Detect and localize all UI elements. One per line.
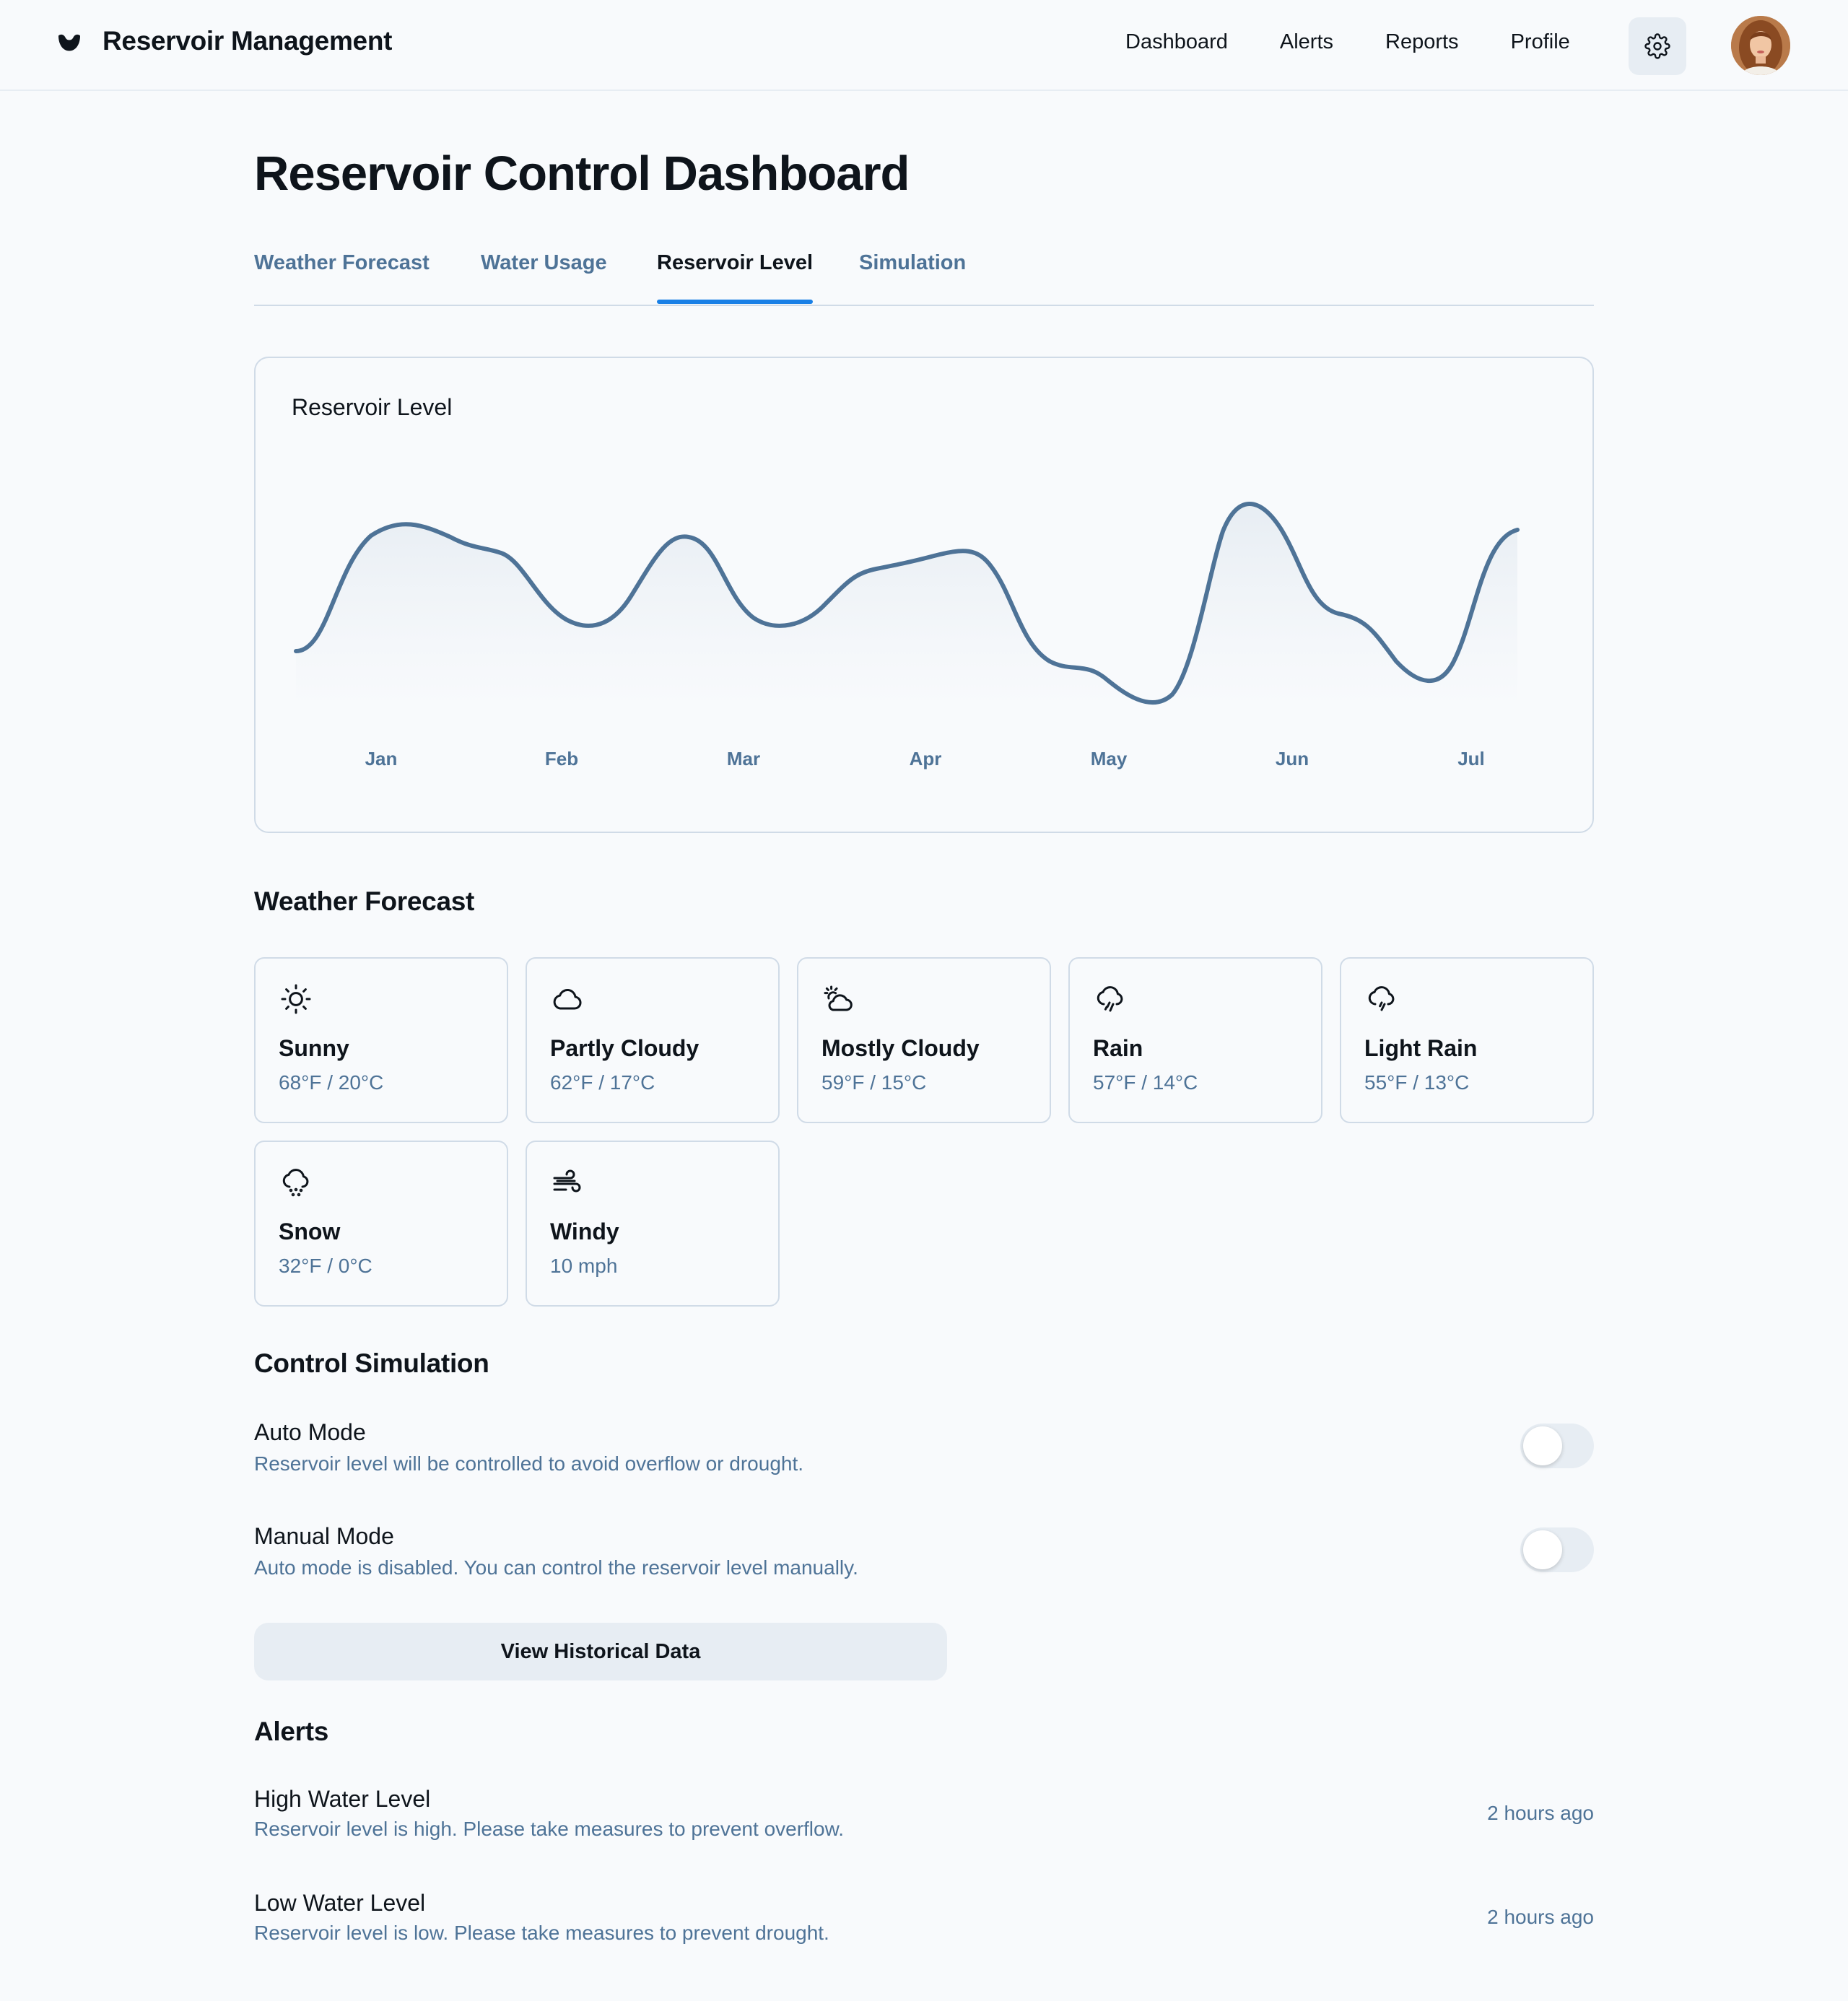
weather-name: Light Rain xyxy=(1364,1035,1478,1061)
x-tick-feb: Feb xyxy=(545,748,578,770)
settings-button[interactable] xyxy=(1629,17,1686,75)
brand[interactable]: Reservoir Management xyxy=(56,26,392,56)
weather-card-windy[interactable]: Windy 10 mph xyxy=(526,1141,780,1307)
cloud-drizzle-icon xyxy=(1368,986,1395,1011)
weather-detail: 55°F / 13°C xyxy=(1364,1071,1470,1094)
weather-name: Snow xyxy=(279,1219,341,1244)
weather-card-sunny[interactable]: Sunny 68°F / 20°C xyxy=(254,957,508,1123)
manual-mode-desc: Auto mode is disabled. You can control t… xyxy=(254,1556,858,1579)
weather-card-rain[interactable]: Rain 57°F / 14°C xyxy=(1068,957,1322,1123)
nav-profile[interactable]: Profile xyxy=(1511,30,1570,54)
x-tick-jul: Jul xyxy=(1457,748,1485,770)
weather-name: Mostly Cloudy xyxy=(821,1035,980,1061)
wind-icon xyxy=(553,1169,581,1193)
nav-dashboard[interactable]: Dashboard xyxy=(1125,30,1228,54)
nav-reports[interactable]: Reports xyxy=(1385,30,1459,54)
chart-area xyxy=(296,503,1517,712)
cloud-sun-icon xyxy=(824,985,853,1011)
auto-mode-desc: Reservoir level will be controlled to av… xyxy=(254,1452,804,1475)
toggle-knob xyxy=(1523,1530,1562,1569)
tab-reservoir-level[interactable]: Reservoir Level xyxy=(657,251,813,275)
auto-mode-toggle[interactable] xyxy=(1520,1424,1594,1468)
top-nav: Dashboard Alerts Reports Profile xyxy=(1125,30,1570,54)
manual-mode-toggle[interactable] xyxy=(1520,1527,1594,1572)
auto-mode-row: Auto Mode Reservoir level will be contro… xyxy=(254,1419,1594,1499)
tab-weather-forecast[interactable]: Weather Forecast xyxy=(254,251,430,275)
control-section-title: Control Simulation xyxy=(254,1348,489,1378)
sun-icon xyxy=(281,984,311,1014)
alert-desc: Reservoir level is low. Please take meas… xyxy=(254,1922,829,1944)
cloud-snow-icon xyxy=(282,1169,309,1197)
alert-item[interactable]: Low Water Level Reservoir level is low. … xyxy=(254,1890,1594,1969)
toggle-knob xyxy=(1523,1426,1562,1465)
alert-title: High Water Level xyxy=(254,1786,431,1812)
logo-icon xyxy=(58,34,80,51)
manual-mode-row: Manual Mode Auto mode is disabled. You c… xyxy=(254,1523,1594,1603)
weather-name: Rain xyxy=(1093,1035,1143,1061)
weather-name: Sunny xyxy=(279,1035,349,1061)
tab-water-usage[interactable]: Water Usage xyxy=(481,251,607,275)
weather-detail: 59°F / 15°C xyxy=(821,1071,927,1094)
weather-detail: 68°F / 20°C xyxy=(279,1071,384,1094)
alert-timestamp: 2 hours ago xyxy=(1487,1802,1594,1824)
auto-mode-title: Auto Mode xyxy=(254,1419,366,1445)
tab-simulation[interactable]: Simulation xyxy=(859,251,966,275)
alert-title: Low Water Level xyxy=(254,1890,426,1916)
cloud-icon xyxy=(553,989,582,1010)
top-bar: Reservoir Management Dashboard Alerts Re… xyxy=(0,0,1848,91)
weather-detail: 57°F / 14°C xyxy=(1093,1071,1198,1094)
alerts-section-title: Alerts xyxy=(254,1717,329,1746)
alert-desc: Reservoir level is high. Please take mea… xyxy=(254,1818,845,1840)
gear-icon xyxy=(1644,33,1670,59)
page-title: Reservoir Control Dashboard xyxy=(254,147,910,201)
x-tick-may: May xyxy=(1091,748,1128,770)
weather-card-light-rain[interactable]: Light Rain 55°F / 13°C xyxy=(1340,957,1594,1123)
reservoir-level-chart: Jan Feb Mar Apr May Jun Jul xyxy=(294,502,1520,770)
app-title: Reservoir Management xyxy=(103,26,393,56)
x-tick-jan: Jan xyxy=(365,748,398,770)
nav-alerts[interactable]: Alerts xyxy=(1280,30,1333,54)
alert-timestamp: 2 hours ago xyxy=(1487,1906,1594,1928)
user-avatar[interactable] xyxy=(1731,16,1790,75)
x-tick-jun: Jun xyxy=(1276,748,1309,770)
view-historical-data-button[interactable]: View Historical Data xyxy=(254,1623,947,1680)
active-tab-indicator xyxy=(657,300,813,304)
manual-mode-title: Manual Mode xyxy=(254,1523,394,1549)
weather-section-title: Weather Forecast xyxy=(254,886,475,916)
x-tick-apr: Apr xyxy=(910,748,942,770)
weather-card-partly-cloudy[interactable]: Partly Cloudy 62°F / 17°C xyxy=(526,957,780,1123)
reservoir-level-card: Reservoir Level Jan Feb Mar Apr May Jun … xyxy=(254,357,1594,833)
weather-card-mostly-cloudy[interactable]: Mostly Cloudy 59°F / 15°C xyxy=(797,957,1051,1123)
weather-name: Partly Cloudy xyxy=(550,1035,699,1061)
weather-name: Windy xyxy=(550,1219,619,1244)
x-tick-mar: Mar xyxy=(727,748,760,770)
cloud-rain-icon xyxy=(1097,986,1123,1012)
weather-card-snow[interactable]: Snow 32°F / 0°C xyxy=(254,1141,508,1307)
avatar-image xyxy=(1731,16,1790,75)
weather-detail: 62°F / 17°C xyxy=(550,1071,655,1094)
weather-detail: 10 mph xyxy=(550,1255,618,1277)
alert-item[interactable]: High Water Level Reservoir level is high… xyxy=(254,1786,1594,1865)
weather-detail: 32°F / 0°C xyxy=(279,1255,372,1277)
